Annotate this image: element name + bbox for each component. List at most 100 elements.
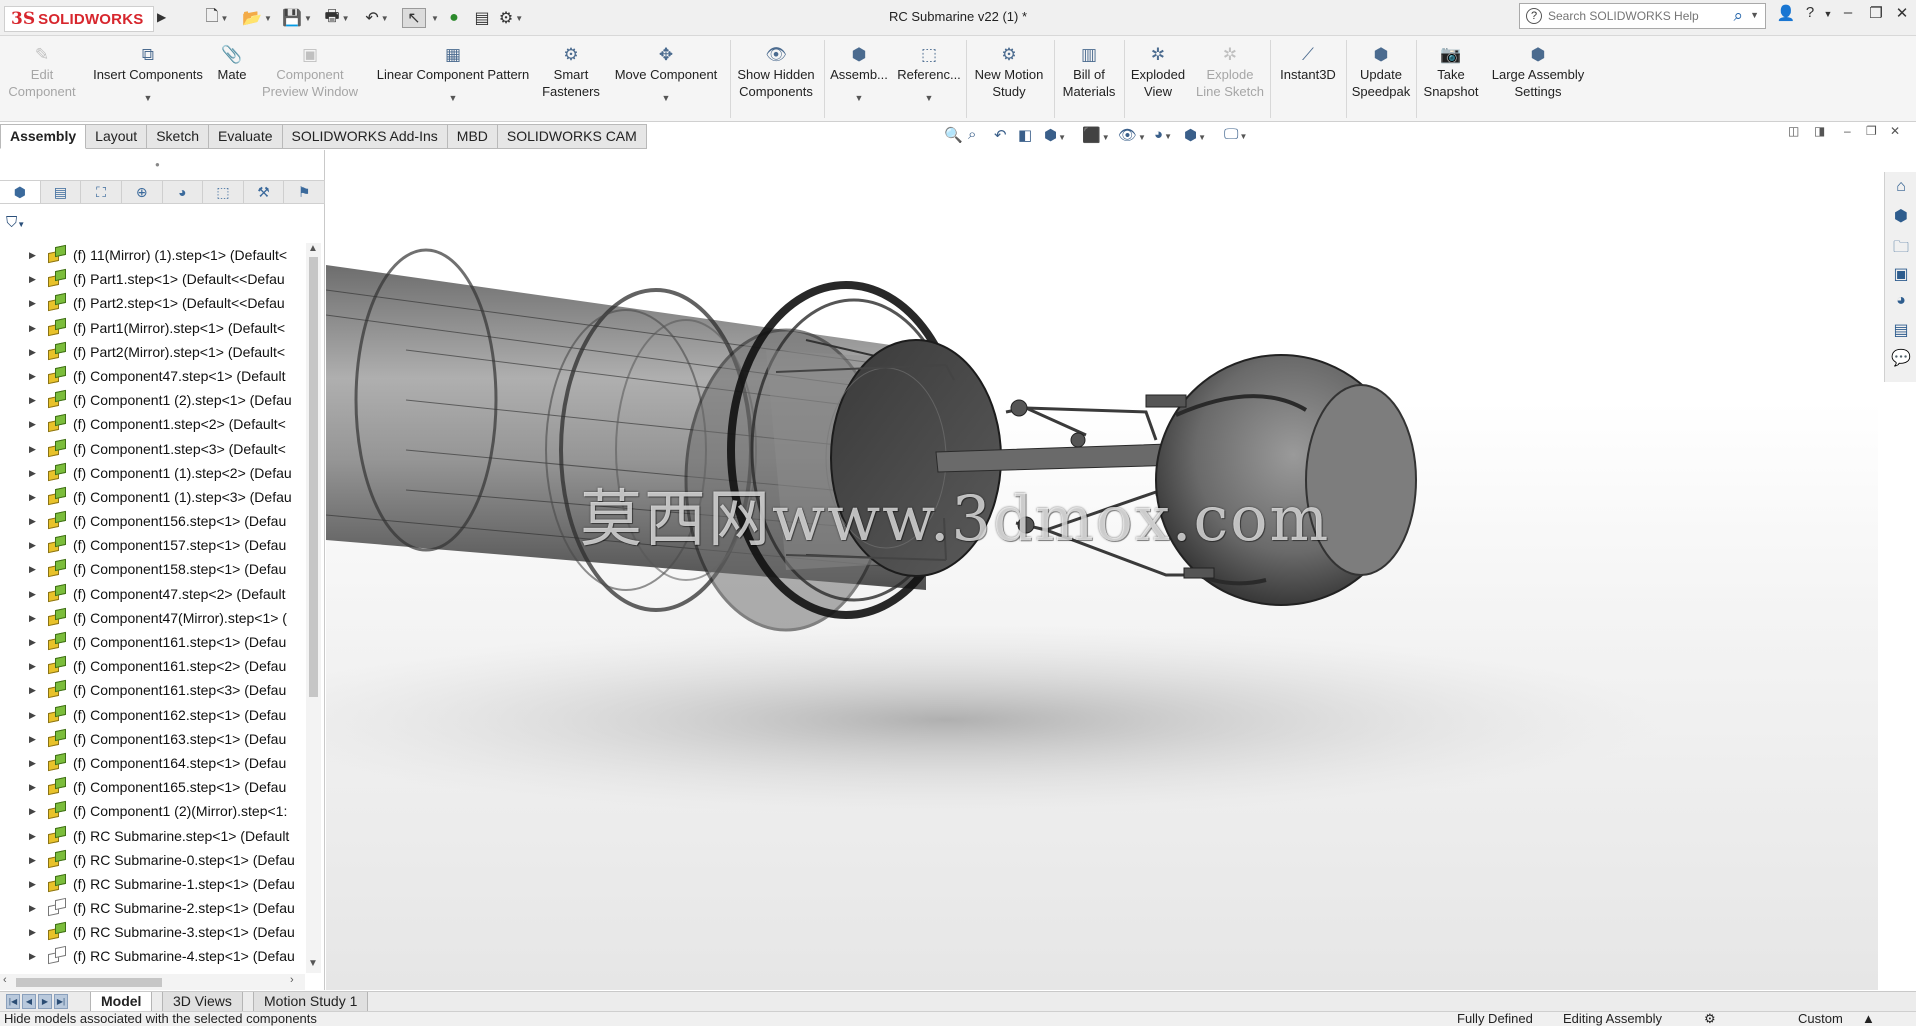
select-icon[interactable]: ↖ <box>402 8 426 28</box>
restore-icon[interactable]: ❐ <box>1864 4 1888 22</box>
smart-fasteners-button[interactable]: ⚙ Smart Fasteners <box>538 44 604 100</box>
move-component-dropdown-icon[interactable]: ▼ <box>606 93 726 103</box>
expand-arrow-icon[interactable]: ▶ <box>29 533 36 557</box>
save-icon[interactable]: 💾 ▼ <box>282 8 312 28</box>
dimxpert-manager-tab-icon[interactable]: ⊕ <box>122 181 163 203</box>
scroll-right-icon[interactable]: › <box>290 974 294 986</box>
tab-solidworks-add-ins[interactable]: SOLIDWORKS Add-Ins <box>282 124 448 149</box>
solidworks-logo[interactable]: 3S SOLIDWORKS <box>4 6 154 32</box>
linear-component-pattern-button[interactable]: ▦ Linear Component Pattern ▼ <box>368 44 538 103</box>
expand-arrow-icon[interactable]: ▶ <box>29 751 36 775</box>
minimize-icon[interactable]: – <box>1836 4 1860 21</box>
expand-arrow-icon[interactable]: ▶ <box>29 920 36 944</box>
tree-item[interactable]: ▶ (f) Component162.step<1> (Defau <box>0 703 305 727</box>
zoom-to-area-icon[interactable]: ⌕ <box>968 126 976 146</box>
expand-arrow-icon[interactable]: ▶ <box>29 654 36 678</box>
view-palette-icon[interactable]: ▣ <box>1891 264 1911 286</box>
unit-system-selector[interactable]: Custom <box>1798 1011 1843 1026</box>
update-speedpak-button[interactable]: ⬢ Update Speedpak <box>1348 44 1414 100</box>
tree-item[interactable]: ▶ (f) Component1 (1).step<2> (Defau <box>0 461 305 485</box>
custom-properties-icon[interactable]: ▤ <box>1891 320 1911 342</box>
expand-arrow-icon[interactable]: ▶ <box>29 799 36 823</box>
take-snapshot-button[interactable]: 📷 Take Snapshot <box>1418 44 1484 100</box>
previous-view-icon[interactable]: ↶ <box>994 126 1007 146</box>
configuration-manager-tab-icon[interactable]: ⛶ <box>81 181 122 203</box>
tree-item[interactable]: ▶ (f) Component47(Mirror).step<1> ( <box>0 606 305 630</box>
tab-model[interactable]: Model <box>90 992 153 1012</box>
expand-arrow-icon[interactable]: ▶ <box>29 824 36 848</box>
new-document-icon[interactable]: 🗋 ▼ <box>206 8 229 28</box>
expand-arrow-icon[interactable]: ▶ <box>29 267 36 291</box>
zoom-to-fit-icon[interactable]: 🔍 <box>944 126 963 146</box>
tree-item[interactable]: ▶ (f) Component161.step<3> (Defau <box>0 678 305 702</box>
tree-item[interactable]: ▶ (f) Component157.step<1> (Defau <box>0 533 305 557</box>
previous-tab-icon[interactable]: ◀ <box>22 994 36 1009</box>
edit-appearance-icon[interactable]: ◕▼ <box>1154 126 1172 146</box>
tree-item[interactable]: ▶ (f) Component161.step<2> (Defau <box>0 654 305 678</box>
first-tab-icon[interactable]: |◀ <box>6 994 20 1009</box>
graphics-area[interactable]: 莫西网www.3dmox.com <box>326 150 1878 990</box>
move-component-button[interactable]: ✥ Move Component ▼ <box>606 44 726 103</box>
expand-arrow-icon[interactable]: ▶ <box>29 678 36 702</box>
horizontal-scrollbar-thumb[interactable] <box>16 978 162 987</box>
expand-arrow-icon[interactable]: ▶ <box>29 291 36 315</box>
tree-item[interactable]: ▶ (f) Component158.step<1> (Defau <box>0 557 305 581</box>
display-manager-tab-icon[interactable]: ◕ <box>163 181 204 203</box>
property-manager-tab-icon[interactable]: ▤ <box>41 181 82 203</box>
tree-item[interactable]: ▶ (f) Part1.step<1> (Default<<Defau <box>0 267 305 291</box>
view-settings-icon[interactable]: 🖵▼ <box>1224 126 1247 146</box>
section-view-icon[interactable]: ◧ <box>1018 126 1032 146</box>
tree-item[interactable]: ▶ (f) Component156.step<1> (Defau <box>0 509 305 533</box>
tree-horizontal-scrollbar[interactable]: ‹ › <box>0 974 305 990</box>
viewport-restore-icon[interactable]: ❐ <box>1866 124 1877 138</box>
tree-item[interactable]: ▶ (f) Component47.step<1> (Default <box>0 364 305 388</box>
viewport-close-icon[interactable]: ✕ <box>1890 124 1900 138</box>
expand-arrow-icon[interactable]: ▶ <box>29 872 36 896</box>
scroll-down-icon[interactable]: ▼ <box>308 958 318 969</box>
expand-arrow-icon[interactable]: ▶ <box>29 944 36 968</box>
edit-component-button[interactable]: ✎ Edit Component <box>4 44 80 100</box>
search-dropdown-icon[interactable]: ▼ <box>1750 10 1759 20</box>
tree-vertical-scrollbar[interactable]: ▲ ▼ <box>306 243 321 973</box>
expand-arrow-icon[interactable]: ▶ <box>29 775 36 799</box>
expand-arrow-icon[interactable]: ▶ <box>29 243 36 267</box>
rebuild-icon[interactable]: ● <box>446 8 462 28</box>
tree-item[interactable]: ▶ (f) RC Submarine-0.step<1> (Defau <box>0 848 305 872</box>
tree-item[interactable]: ▶ (f) 11(Mirror) (1).step<1> (Default< <box>0 243 305 267</box>
last-tab-icon[interactable]: ▶| <box>54 994 68 1009</box>
scroll-up-icon[interactable]: ▲ <box>308 243 318 254</box>
tree-item[interactable]: ▶ (f) RC Submarine.step<1> (Default <box>0 824 305 848</box>
search-input[interactable] <box>1548 9 1718 23</box>
expand-arrow-icon[interactable]: ▶ <box>29 606 36 630</box>
file-properties-icon[interactable]: ▤ <box>472 8 492 28</box>
design-library-icon[interactable]: ⬢ <box>1891 206 1911 228</box>
tab-sketch[interactable]: Sketch <box>147 124 210 149</box>
viewport-tile-right-icon[interactable]: ◨ <box>1814 124 1825 138</box>
view-orientation-icon[interactable]: ⬢▼ <box>1044 126 1066 146</box>
expand-arrow-icon[interactable]: ▶ <box>29 509 36 533</box>
tree-item[interactable]: ▶ (f) Component1 (2).step<1> (Defau <box>0 388 305 412</box>
insert-components-button[interactable]: ⧉ Insert Components ▼ <box>86 44 210 103</box>
tree-item[interactable]: ▶ (f) RC Submarine-4.step<1> (Defau <box>0 944 305 968</box>
apply-scene-icon[interactable]: ⬢▼ <box>1184 126 1206 146</box>
viewport-minimize-icon[interactable]: – <box>1844 124 1851 138</box>
next-tab-icon[interactable]: ▶ <box>38 994 52 1009</box>
explode-line-sketch-button[interactable]: ✲ Explode Line Sketch <box>1192 44 1268 100</box>
search-icon[interactable]: ⌕ <box>1733 6 1743 26</box>
print-icon[interactable]: 🖶 ▼ <box>324 8 349 28</box>
mate-button[interactable]: 📎 Mate <box>212 44 252 83</box>
scroll-left-icon[interactable]: ‹ <box>3 974 7 986</box>
open-icon[interactable]: 📂 ▼ <box>242 8 272 28</box>
expand-arrow-icon[interactable]: ▶ <box>29 316 36 340</box>
large-assembly-settings-button[interactable]: ⬢ Large Assembly Settings <box>1486 44 1590 100</box>
user-icon[interactable]: 👤 <box>1774 4 1798 22</box>
undo-icon[interactable]: ↶ ▼ <box>365 8 388 28</box>
reference-geometry-dropdown-icon[interactable]: ▼ <box>894 93 964 103</box>
expand-arrow-icon[interactable]: ▶ <box>29 437 36 461</box>
expand-arrow-icon[interactable]: ▶ <box>29 412 36 436</box>
assembly-features-dropdown-icon[interactable]: ▼ <box>826 93 892 103</box>
viewport-tile-left-icon[interactable]: ◫ <box>1788 124 1799 138</box>
expand-arrow-icon[interactable]: ▶ <box>29 630 36 654</box>
file-explorer-icon[interactable]: 🗀 <box>1891 236 1911 258</box>
tab-solidworks-cam[interactable]: SOLIDWORKS CAM <box>497 124 647 149</box>
